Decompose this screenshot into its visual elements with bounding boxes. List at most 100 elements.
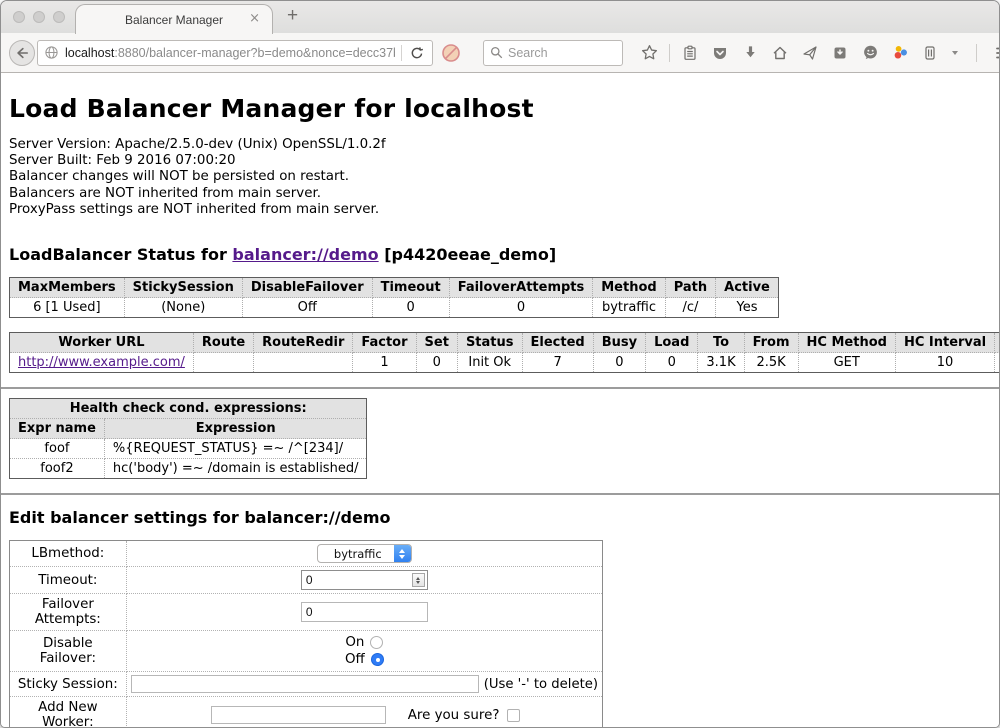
table-row: foof2 hc('body') =~ /domain is establish… bbox=[10, 459, 367, 479]
send-plane-icon bbox=[802, 45, 818, 61]
close-window-button[interactable] bbox=[13, 11, 25, 23]
edit-balancer-form: LBmethod: bytraffic Timeout: bbox=[9, 540, 603, 728]
server-info-block: Server Version: Apache/2.5.0-dev (Unix) … bbox=[9, 137, 991, 218]
container-button[interactable] bbox=[918, 41, 942, 65]
timeout-row: Timeout: bbox=[10, 567, 603, 594]
download-box-button[interactable] bbox=[828, 41, 852, 65]
navigation-toolbar: localhost:8880/balancer-manager?b=demo&n… bbox=[1, 33, 999, 73]
loadbalancer-status-heading: LoadBalancer Status for balancer://demo … bbox=[9, 245, 991, 264]
colors-extension-button[interactable] bbox=[888, 41, 912, 65]
tab-close-icon[interactable]: × bbox=[249, 11, 260, 26]
radio-on-label: On bbox=[345, 635, 364, 650]
section-divider bbox=[1, 387, 999, 389]
add-worker-input[interactable] bbox=[211, 706, 386, 724]
timeout-input[interactable] bbox=[301, 570, 428, 590]
send-tab-button[interactable] bbox=[798, 41, 822, 65]
url-host: localhost bbox=[65, 46, 114, 60]
home-icon bbox=[772, 45, 788, 61]
sticky-session-label: Sticky Session: bbox=[10, 672, 127, 697]
sticky-session-input[interactable] bbox=[131, 675, 479, 693]
disable-failover-off-radio[interactable] bbox=[371, 653, 384, 666]
timeout-label: Timeout: bbox=[10, 567, 127, 594]
table-row: foof %{REQUEST_STATUS} =~ /^[234]/ bbox=[10, 439, 367, 459]
home-button[interactable] bbox=[768, 41, 792, 65]
back-button[interactable] bbox=[9, 40, 35, 66]
tab-balancer-manager[interactable]: Balancer Manager × bbox=[75, 4, 273, 34]
smiley-icon bbox=[862, 44, 879, 61]
worker-status-table: Worker URL Route RouteRedir Factor Set S… bbox=[9, 332, 999, 373]
confirm-checkbox[interactable] bbox=[507, 709, 520, 722]
failover-attempts-input[interactable] bbox=[301, 602, 428, 622]
table-header-row: Expr name Expression bbox=[10, 419, 367, 439]
add-worker-label: Add New Worker: bbox=[10, 697, 127, 728]
failover-attempts-row: Failover Attempts: bbox=[10, 594, 603, 631]
pocket-button[interactable] bbox=[708, 41, 732, 65]
url-path: :8880/balancer-manager?b=demo&nonce=decc… bbox=[114, 46, 395, 60]
bookmark-star-icon bbox=[641, 44, 658, 61]
table-header-row: MaxMembers StickySession DisableFailover… bbox=[10, 278, 779, 298]
balancer-status-table: MaxMembers StickySession DisableFailover… bbox=[9, 277, 779, 318]
proxypass-note-line: ProxyPass settings are NOT inherited fro… bbox=[9, 202, 991, 218]
search-bar[interactable] bbox=[483, 40, 623, 66]
container-icon bbox=[922, 45, 938, 61]
table-header-row: Worker URL Route RouteRedir Factor Set S… bbox=[10, 333, 1000, 353]
radio-off-label: Off bbox=[345, 652, 365, 667]
balancer-demo-link[interactable]: balancer://demo bbox=[232, 245, 378, 264]
table-row: http://www.example.com/ 1 0 Init Ok 7 0 … bbox=[10, 353, 1000, 373]
table-row: 6 [1 Used] (None) Off 0 0 bytraffic /c/ … bbox=[10, 298, 779, 318]
chevron-down-icon bbox=[952, 51, 958, 55]
url-text[interactable]: localhost:8880/balancer-manager?b=demo&n… bbox=[65, 46, 395, 60]
minimize-window-button[interactable] bbox=[33, 11, 45, 23]
zoom-window-button[interactable] bbox=[53, 11, 65, 23]
add-worker-row: Add New Worker: Are you sure? bbox=[10, 697, 603, 728]
lbmethod-row: LBmethod: bytraffic bbox=[10, 541, 603, 567]
page-title: Load Balancer Manager for localhost bbox=[9, 73, 991, 123]
bookmark-star-button[interactable] bbox=[637, 41, 661, 65]
reload-button[interactable] bbox=[408, 41, 426, 65]
pocket-icon bbox=[712, 45, 728, 61]
section-divider bbox=[1, 493, 999, 495]
server-built-line: Server Built: Feb 9 2016 07:00:20 bbox=[9, 153, 991, 169]
inherit-note-line: Balancers are NOT inherited from main se… bbox=[9, 186, 991, 202]
menu-button[interactable] bbox=[991, 41, 1000, 65]
tab-bar: Balancer Manager × + bbox=[1, 1, 999, 33]
confirm-label: Are you sure? bbox=[408, 708, 500, 723]
content-block-icon bbox=[441, 43, 461, 63]
sticky-session-row: Sticky Session: (Use '-' to delete) bbox=[10, 672, 603, 697]
reading-list-icon bbox=[682, 45, 698, 61]
health-check-table: Health check cond. expressions: Expr nam… bbox=[9, 398, 367, 479]
health-table-title: Health check cond. expressions: bbox=[10, 399, 367, 419]
colors-dots-icon bbox=[892, 44, 909, 61]
browser-window: Balancer Manager × + localhost:8880/bala… bbox=[0, 0, 1000, 728]
tab-title: Balancer Manager bbox=[125, 13, 223, 27]
persist-note-line: Balancer changes will NOT be persisted o… bbox=[9, 169, 991, 185]
window-controls bbox=[13, 11, 65, 23]
back-arrow-icon bbox=[15, 46, 29, 60]
search-icon bbox=[490, 46, 503, 59]
downloads-button[interactable] bbox=[738, 41, 762, 65]
toolbar-overflow-button[interactable] bbox=[948, 41, 962, 65]
edit-balancer-heading: Edit balancer settings for balancer://de… bbox=[9, 508, 991, 527]
page-content: Load Balancer Manager for localhost Serv… bbox=[1, 73, 999, 728]
number-stepper[interactable] bbox=[412, 573, 425, 587]
new-tab-button[interactable]: + bbox=[287, 5, 298, 27]
downloads-icon bbox=[743, 45, 758, 60]
select-arrows-icon bbox=[394, 544, 411, 563]
disable-failover-on-radio[interactable] bbox=[370, 636, 383, 649]
search-input[interactable] bbox=[508, 46, 608, 60]
address-bar[interactable]: localhost:8880/balancer-manager?b=demo&n… bbox=[37, 40, 433, 66]
disable-failover-row: Disable Failover: On Off bbox=[10, 631, 603, 672]
content-block-button[interactable] bbox=[439, 41, 463, 65]
server-version-line: Server Version: Apache/2.5.0-dev (Unix) … bbox=[9, 137, 991, 153]
lbmethod-label: LBmethod: bbox=[10, 541, 127, 567]
failover-attempts-label: Failover Attempts: bbox=[10, 594, 127, 631]
forum-smiley-button[interactable] bbox=[858, 41, 882, 65]
hamburger-menu-icon bbox=[995, 46, 1000, 60]
disable-failover-label: Disable Failover: bbox=[10, 631, 127, 672]
worker-url-link[interactable]: http://www.example.com/ bbox=[18, 355, 185, 370]
reading-list-button[interactable] bbox=[678, 41, 702, 65]
lbmethod-select[interactable]: bytraffic bbox=[317, 544, 412, 563]
globe-icon bbox=[44, 45, 59, 60]
download-box-icon bbox=[832, 45, 848, 61]
reload-icon bbox=[410, 46, 424, 60]
